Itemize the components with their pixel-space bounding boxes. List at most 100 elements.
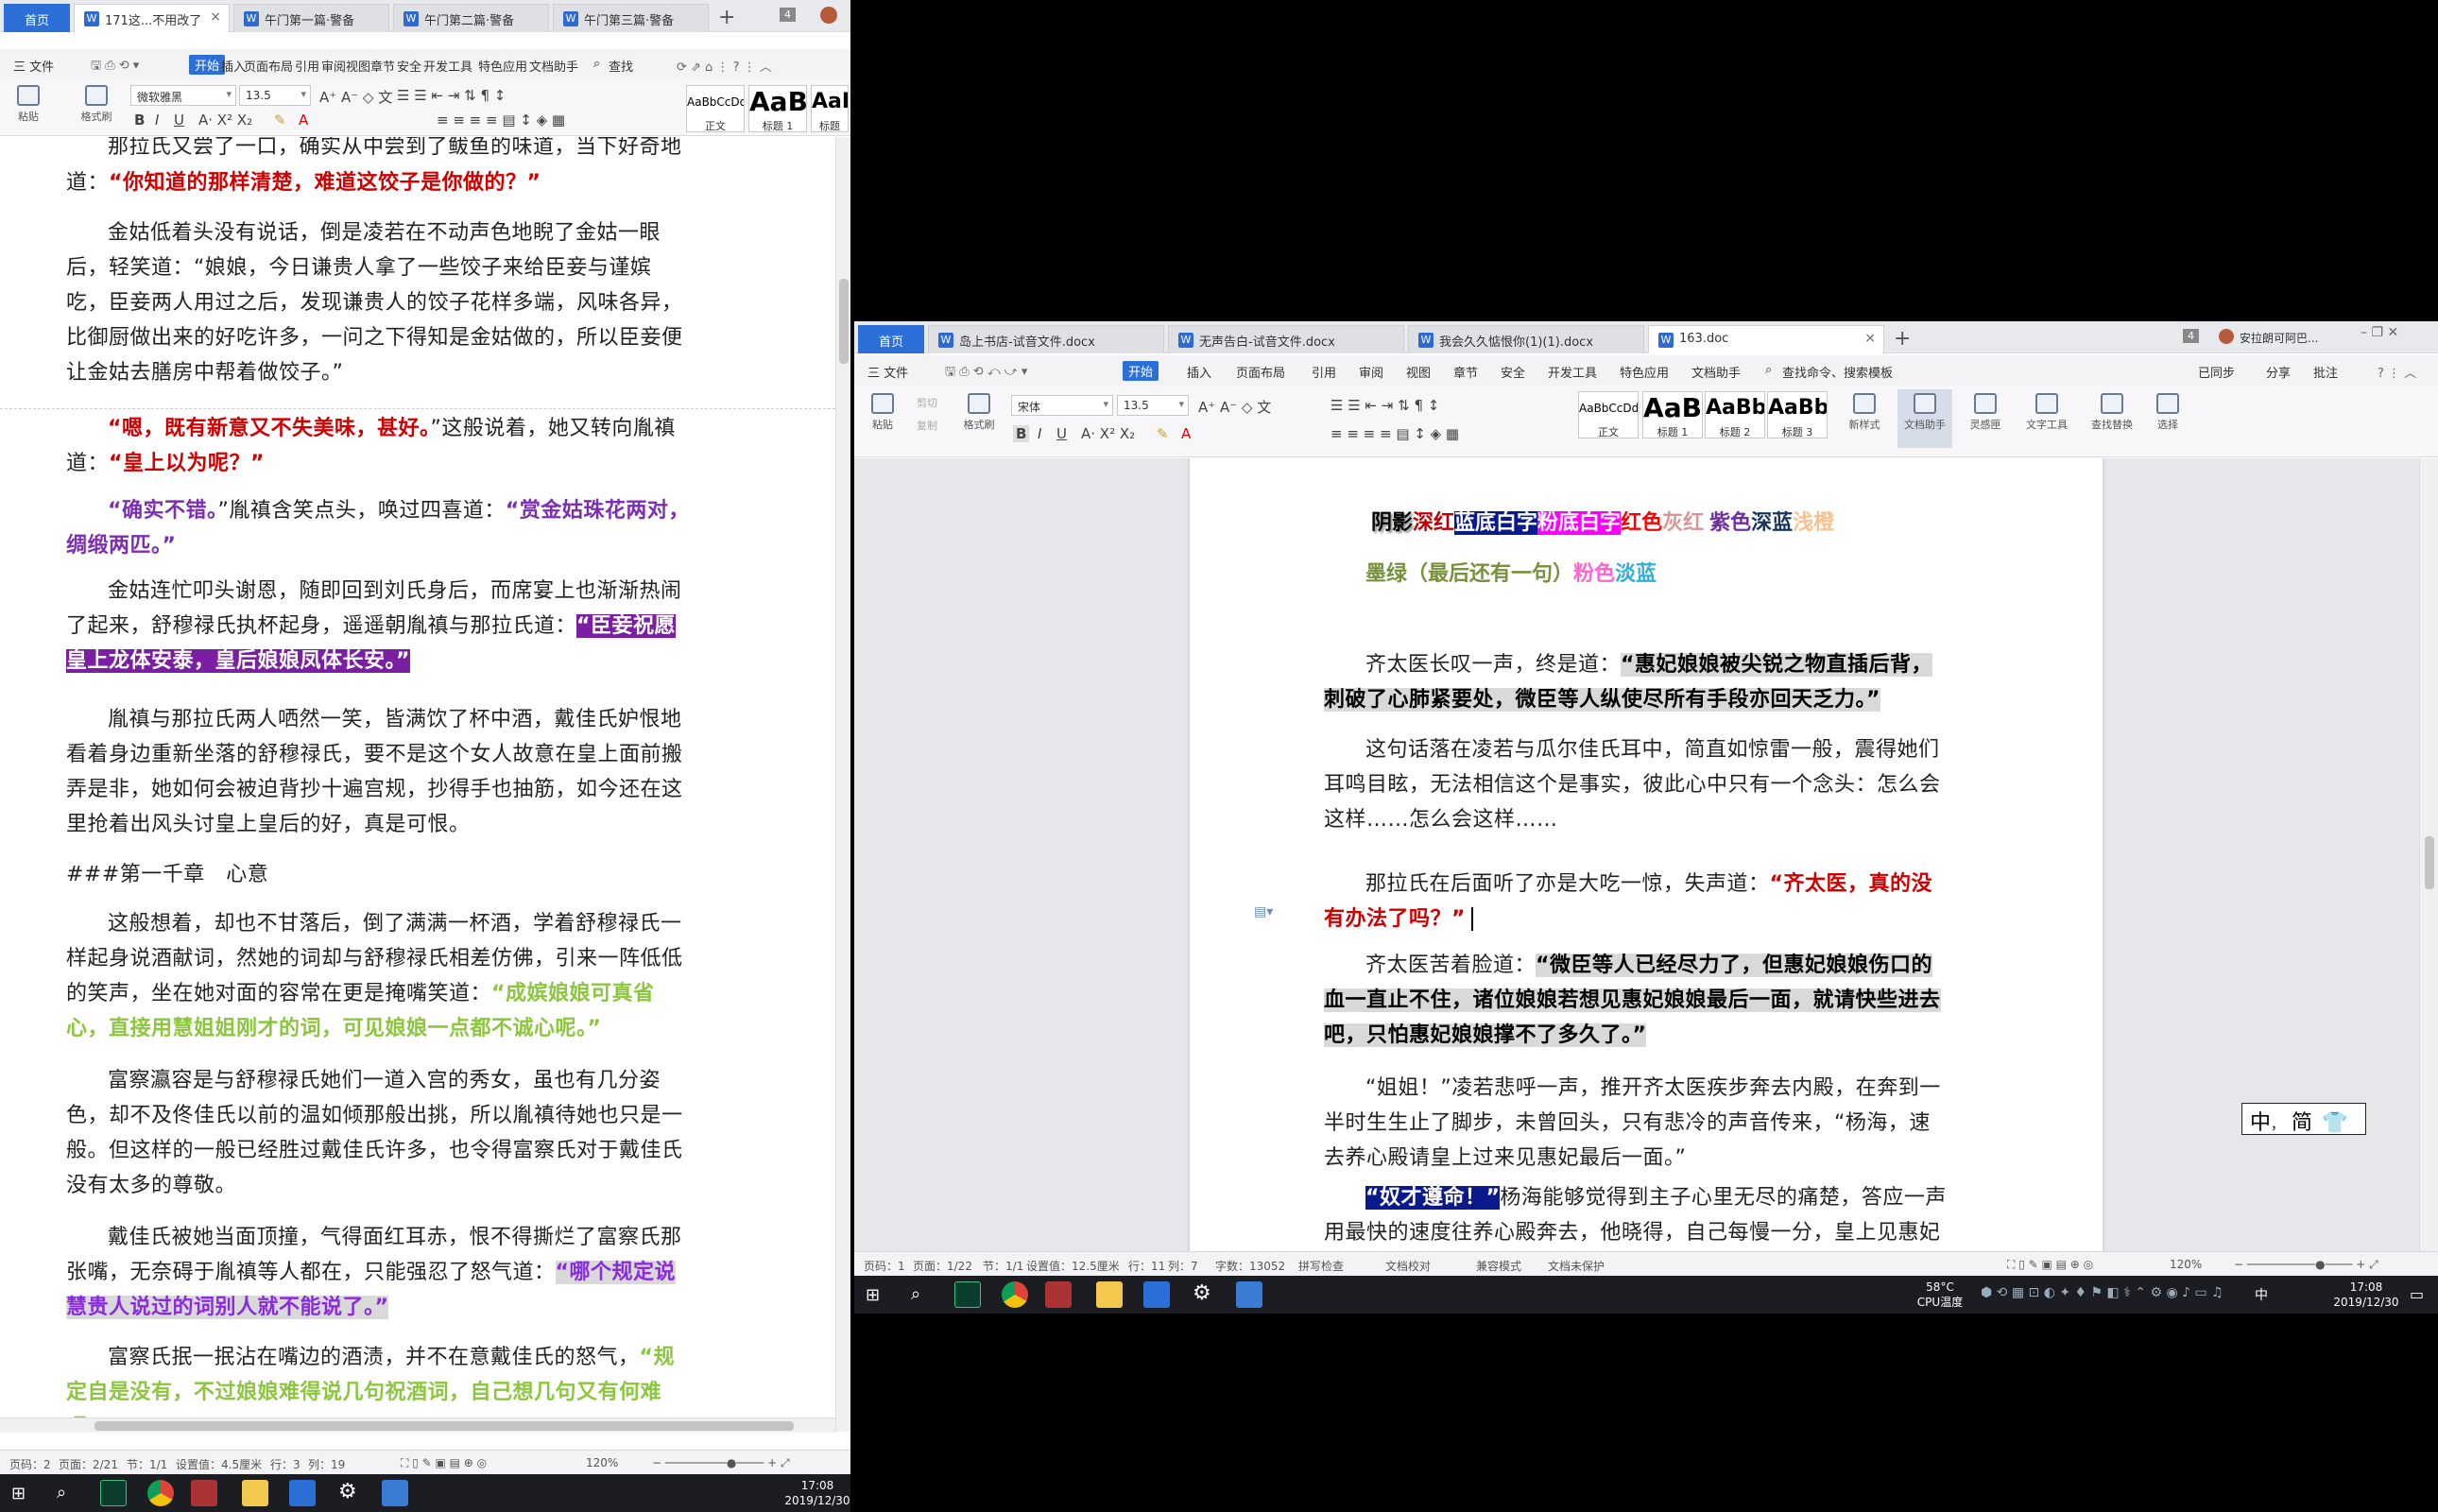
scroll-thumb[interactable] [2425,836,2434,889]
view-mode-icons[interactable]: ⛶ ▯ ✎ ▣ ▤ ⊕ ◎ [401,1456,487,1470]
settings-gear-icon[interactable]: ⚙ [1193,1281,1211,1305]
menu-tab-reference[interactable]: 引用 [295,57,319,75]
proofread-toggle[interactable]: 文档校对 [1385,1258,1431,1274]
notification-icon[interactable]: ▭ [2410,1285,2424,1303]
close-icon[interactable]: × [210,9,221,25]
font-name-select[interactable]: 微软雅黑 [130,85,236,106]
user-name[interactable]: 安拉朗可阿巴... [2240,330,2318,346]
left-vertical-scrollbar[interactable] [835,137,850,1432]
new-style-button[interactable]: 新样式 [1841,393,1888,432]
left-taskbar-clock[interactable]: 17:08 2019/12/30 [784,1478,850,1508]
align-icons[interactable]: ≡ ≡ ≡ ≡ ▤ ↕ ◈ ▦ [1331,425,1459,442]
search-label[interactable]: 查找 [609,57,633,75]
game-app-icon[interactable] [1045,1281,1072,1308]
font-grow-icons[interactable]: A⁺ A⁻ ◇ 文 [1198,397,1271,417]
right-vertical-scrollbar[interactable] [2419,458,2438,1252]
ime-skin-icon[interactable]: 👕 [2322,1111,2347,1135]
bold-icon[interactable]: B [134,112,145,129]
windows-start-icon[interactable]: ⊞ [11,1484,26,1503]
wps-app-icon[interactable] [382,1480,408,1506]
align-icons[interactable]: ≡ ≡ ≡ ≡ ▤ ↕ ◈ ▦ [437,112,565,129]
avatar[interactable] [820,7,837,24]
search-icon[interactable]: ⌕ [57,1483,66,1503]
menu-tab-security[interactable]: 安全 [1501,363,1525,381]
left-tab-doc-1[interactable]: W 171这...不用改了 × [74,4,230,32]
menu-tab-devtools[interactable]: 开发工具 [423,57,472,75]
bold-icon[interactable]: B [1013,425,1030,442]
font-effects-icons[interactable]: A· X² X₂ [1081,425,1135,442]
menu-tab-layout[interactable]: 页面布局 [244,57,293,75]
spell-check-toggle[interactable]: 拼写检查 [1298,1258,1344,1274]
menu-tab-assistant[interactable]: 文档助手 [1691,363,1741,381]
menu-tab-security[interactable]: 安全 [397,57,421,75]
paste-button[interactable]: 粘贴 [864,393,901,432]
style-heading[interactable]: AaE标题 [811,85,849,132]
sync-status[interactable]: 已同步 [2198,363,2235,381]
paste-button[interactable]: 粘贴 [9,85,47,124]
wps-app-icon[interactable] [1236,1281,1262,1308]
text-tools-button[interactable]: 文字工具 [2018,393,2075,432]
style-heading-1[interactable]: AaB 标题 1 [748,85,807,132]
help-icons[interactable]: ? ⋮ ︿ [2378,363,2416,381]
zoom-level[interactable]: 120% [2170,1258,2202,1271]
left-horizontal-scrollbar[interactable] [0,1418,835,1433]
cut-button[interactable]: 剪切 [917,395,937,410]
menu-tab-chapter[interactable]: 章节 [1453,363,1478,381]
zoom-slider[interactable]: − ──────────●──── + ⤢ [2234,1258,2378,1272]
quick-access-icons[interactable]: 🖫 ⎙ ⟲ ⤺ ⤻ ▾ [945,363,1027,384]
command-search[interactable]: 查找命令、搜索模板 [1782,363,1893,381]
share-button[interactable]: 分享 [2266,363,2291,381]
file-menu[interactable]: 三 文件 [867,363,908,381]
view-mode-icons[interactable]: ⛶ ▯ ✎ ▣ ▤ ⊕ ◎ [2007,1258,2093,1272]
chrome-icon[interactable] [147,1480,174,1506]
search-icon[interactable]: ⌕ [593,57,600,71]
menu-tab-view[interactable]: 视图 [346,57,370,75]
underline-icon[interactable]: U [174,112,184,129]
left-tab-doc-3[interactable]: W 午门第二篇·警备 [393,4,549,32]
doc-assistant-button[interactable]: 文档助手 [1897,389,1952,448]
font-name-select[interactable]: 宋体 [1011,395,1113,416]
audition-app-icon[interactable] [954,1281,981,1308]
audition-app-icon[interactable] [100,1480,127,1506]
menu-tab-features[interactable]: 特色应用 [1620,363,1669,381]
menu-tab-chapter[interactable]: 章节 [370,57,395,75]
window-controls[interactable]: – ❐ ✕ [2361,325,2398,340]
settings-gear-icon[interactable]: ⚙ [338,1480,357,1503]
left-tab-doc-2[interactable]: W 午门第一篇·警备 [233,4,389,32]
underline-icon[interactable]: U [1056,425,1067,442]
scroll-thumb[interactable] [839,279,849,364]
font-grow-icons[interactable]: A⁺ A⁻ ◇ 文 [319,87,392,107]
left-tab-doc-4[interactable]: W 午门第三篇·警备 [553,4,709,32]
menu-tab-assistant[interactable]: 文档助手 [529,57,578,75]
ime-mode[interactable]: 中 [2250,1111,2271,1135]
zoom-slider[interactable]: − ─────────●──── + ⤢ [652,1456,790,1470]
file-menu[interactable]: 三 文件 [13,57,54,75]
style-normal[interactable]: AaBbCcDd 正文 [686,85,745,132]
new-tab-plus-icon[interactable]: + [718,6,735,29]
select-button[interactable]: 选择 [2149,393,2187,432]
comment-button[interactable]: 批注 [2313,363,2338,381]
ime-simplified[interactable]: 简 [2292,1111,2312,1135]
font-color-icon[interactable]: A [1181,425,1191,442]
menu-tab-insert[interactable]: 插入 [221,57,246,75]
wps-writer-icon[interactable] [1143,1281,1170,1308]
menu-tab-start[interactable]: 开始 [189,55,226,75]
new-tab-plus-icon[interactable]: + [1894,327,1911,351]
find-replace-button[interactable]: 查找替换 [2083,393,2141,432]
highlight-icon[interactable]: ✎ [1157,425,1169,442]
close-icon[interactable]: × [1864,331,1876,346]
system-tray-icons[interactable]: ⬢ ⟲ ▦ ⊡ ◐ ✦ ♦ ⚑ ◧ ⚕ ⌃ ⚙ ◉ ♪ ▭ ♫ [1981,1285,2223,1300]
right-tab-doc-2[interactable]: W 无声告白-试音文件.docx [1168,325,1404,353]
wps-writer-icon[interactable] [289,1480,316,1506]
right-tab-doc-1[interactable]: W 岛上书店-试音文件.docx [928,325,1164,353]
format-painter-button[interactable]: 格式刷 [958,393,1000,432]
avatar[interactable] [2219,329,2234,344]
chrome-icon[interactable] [1002,1281,1028,1308]
right-tab-home[interactable]: 首页 [858,325,924,353]
quick-access-icons[interactable]: 🖫 ⎙ ⟲ ▾ [91,57,139,77]
ime-floating-bar[interactable]: 中， 简 👕 [2241,1103,2366,1135]
font-size-select[interactable]: 13.5 [1117,395,1189,416]
menu-tab-start[interactable]: 开始 [1123,361,1159,381]
ime-punctuation-icon[interactable]: ， [2271,1118,2284,1133]
menu-tab-devtools[interactable]: 开发工具 [1548,363,1597,381]
